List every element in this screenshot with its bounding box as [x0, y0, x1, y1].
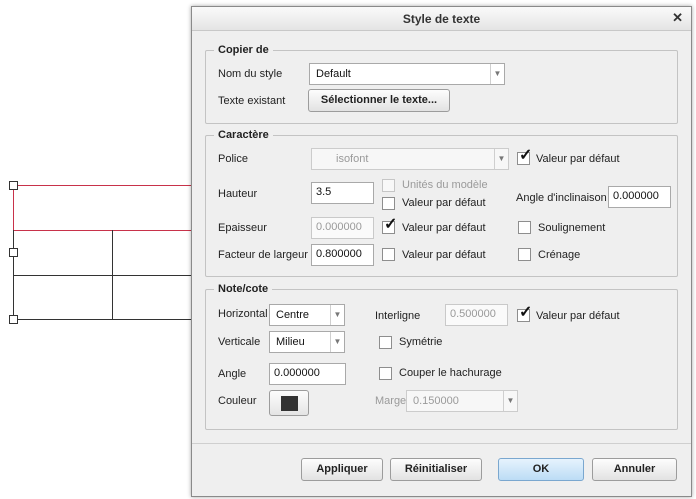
- marge-select[interactable]: 0.150000 ▼: [406, 390, 518, 412]
- checkmark-icon: ✓: [519, 147, 533, 164]
- checkmark-icon: ✓: [519, 304, 533, 321]
- style-name-select[interactable]: Default ▼: [309, 63, 505, 85]
- horizontal-label: Horizontal: [218, 308, 268, 320]
- interligne-default-label: Valeur par défaut: [536, 310, 620, 322]
- unites-label: Unités du modèle: [402, 179, 488, 191]
- soulignement-label: Soulignement: [538, 222, 606, 234]
- ok-button[interactable]: OK: [498, 458, 584, 481]
- angle-label: Angle: [218, 368, 247, 380]
- chevron-down-icon: ▼: [330, 305, 344, 325]
- epaisseur-input[interactable]: 0.000000: [311, 217, 374, 239]
- annuler-button[interactable]: Annuler: [592, 458, 677, 481]
- crenage-label: Crénage: [538, 249, 581, 261]
- horizontal-value: Centre: [276, 309, 310, 321]
- appliquer-button[interactable]: Appliquer: [301, 458, 383, 481]
- chevron-down-icon: ▼: [330, 332, 344, 352]
- drawing-line: [13, 185, 14, 230]
- drawing-line: [112, 230, 113, 319]
- dialog-title: Style de texte: [402, 12, 481, 26]
- existing-text-label: Texte existant: [218, 95, 286, 107]
- text-style-dialog: Style de texte ✕ Copier de Nom du style …: [191, 6, 692, 497]
- color-picker-button[interactable]: [269, 390, 309, 416]
- couleur-label: Couleur: [218, 395, 257, 407]
- note-cote-legend: Note/cote: [218, 283, 269, 295]
- symetrie-checkbox[interactable]: [379, 336, 392, 349]
- facteur-input[interactable]: 0.800000: [311, 244, 374, 266]
- hauteur-label: Hauteur: [218, 188, 258, 200]
- angle-inclinaison-label: Angle d'inclinaison: [516, 192, 607, 204]
- interligne-default-checkbox[interactable]: ✓: [517, 304, 532, 322]
- color-swatch: [281, 396, 298, 411]
- drawing-line: [13, 275, 191, 276]
- drag-handle[interactable]: [9, 181, 18, 190]
- close-icon[interactable]: ✕: [672, 10, 683, 26]
- drag-handle[interactable]: [9, 315, 18, 324]
- hauteur-default-checkbox[interactable]: [382, 197, 395, 210]
- chevron-down-icon: ▼: [494, 149, 508, 169]
- verticale-value: Milieu: [276, 336, 305, 348]
- footer-separator: [192, 443, 691, 444]
- angle-input[interactable]: 0.000000: [269, 363, 346, 385]
- interligne-label: Interligne: [375, 310, 421, 322]
- drawing-line: [13, 319, 191, 320]
- hauteur-default-label: Valeur par défaut: [402, 197, 486, 209]
- verticale-label: Verticale: [218, 336, 261, 348]
- police-default-label: Valeur par défaut: [536, 153, 620, 165]
- epaisseur-default-checkbox[interactable]: ✓: [382, 216, 397, 234]
- symetrie-label: Symétrie: [399, 336, 443, 348]
- facteur-label: Facteur de largeur: [218, 249, 308, 261]
- police-label: Police: [218, 153, 248, 165]
- epaisseur-default-label: Valeur par défaut: [402, 222, 486, 234]
- police-select[interactable]: isofont ▼: [311, 148, 509, 170]
- verticale-select[interactable]: Milieu ▼: [269, 331, 345, 353]
- epaisseur-label: Epaisseur: [218, 222, 267, 234]
- marge-value: 0.150000: [413, 395, 459, 407]
- caractere-legend: Caractère: [218, 129, 269, 141]
- style-name-label: Nom du style: [218, 68, 283, 80]
- chevron-down-icon: ▼: [503, 391, 517, 411]
- angle-inclinaison-input[interactable]: 0.000000: [608, 186, 671, 208]
- interligne-input[interactable]: 0.500000: [445, 304, 508, 326]
- hauteur-input[interactable]: 3.5: [311, 182, 374, 204]
- crenage-checkbox[interactable]: [518, 248, 531, 261]
- police-default-checkbox[interactable]: ✓: [517, 147, 532, 165]
- police-value: isofont: [336, 153, 369, 165]
- select-text-button[interactable]: Sélectionner le texte...: [308, 89, 450, 112]
- copier-de-legend: Copier de: [218, 44, 269, 56]
- facteur-default-label: Valeur par défaut: [402, 249, 486, 261]
- facteur-default-checkbox[interactable]: [382, 248, 395, 261]
- checkmark-icon: ✓: [384, 216, 398, 233]
- couper-label: Couper le hachurage: [399, 367, 502, 379]
- chevron-down-icon: ▼: [490, 64, 504, 84]
- reinitialiser-button[interactable]: Réinitialiser: [390, 458, 482, 481]
- horizontal-select[interactable]: Centre ▼: [269, 304, 345, 326]
- style-name-value: Default: [316, 68, 351, 80]
- drawing-line: [13, 230, 191, 231]
- couper-checkbox[interactable]: [379, 367, 392, 380]
- dialog-titlebar[interactable]: Style de texte ✕: [192, 7, 691, 31]
- soulignement-checkbox[interactable]: [518, 221, 531, 234]
- drawing-canvas[interactable]: [0, 0, 191, 499]
- drag-handle[interactable]: [9, 248, 18, 257]
- drawing-line: [13, 185, 191, 186]
- marge-label: Marge: [375, 395, 407, 407]
- unites-checkbox[interactable]: [382, 179, 395, 192]
